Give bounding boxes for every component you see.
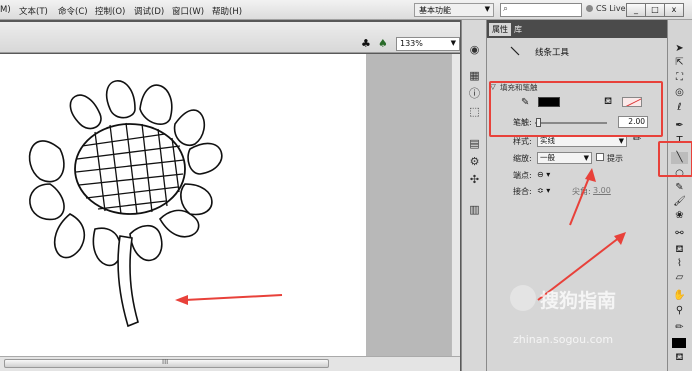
help-search-input[interactable]: ⌕: [500, 3, 582, 17]
pen-tool-icon[interactable]: ✒: [671, 120, 688, 132]
workspace-switcher[interactable]: 基本功能 ▼: [414, 3, 494, 17]
cs-live-button[interactable]: CS Live: [586, 4, 626, 13]
menu-item-help[interactable]: 帮助(H): [212, 5, 242, 17]
pencil-tool-icon[interactable]: ✎: [671, 182, 688, 194]
minimize-button[interactable]: _: [626, 3, 646, 17]
menu-item-modify[interactable]: M): [0, 5, 11, 15]
stroke-color-chip[interactable]: [672, 338, 686, 348]
eyedropper-tool-icon[interactable]: ⌇: [671, 258, 688, 270]
swatches-panel-icon[interactable]: ▦: [466, 68, 483, 83]
library-panel-icon[interactable]: ▤: [466, 136, 483, 151]
zoom-value: 133%: [400, 39, 423, 48]
vertical-scrollbar[interactable]: [451, 54, 460, 356]
selection-tool-icon[interactable]: ➤: [671, 43, 688, 55]
line-tool-icon: [510, 46, 520, 56]
chevron-down-icon: ▼: [484, 5, 490, 13]
free-transform-tool-icon[interactable]: ⛶: [671, 72, 688, 84]
lasso-tool-icon[interactable]: ℓ: [671, 102, 688, 114]
paint-bucket-tool-icon[interactable]: ⛾: [671, 244, 688, 256]
sogou-logo: [510, 285, 536, 311]
menu-item-control[interactable]: 控制(O): [95, 5, 125, 17]
close-button[interactable]: x: [664, 3, 684, 17]
workspace-label: 基本功能: [419, 6, 451, 15]
stroke-style-value: 实线: [540, 136, 555, 145]
eraser-tool-icon[interactable]: ▱: [671, 272, 688, 284]
menu-item-debug[interactable]: 调试(D): [134, 5, 164, 17]
edit-bar: [0, 22, 460, 53]
sunflower-drawing: [28, 80, 283, 328]
style-label: 样式:: [513, 137, 532, 146]
hand-tool-icon[interactable]: ✋: [671, 290, 688, 302]
transform-panel-icon[interactable]: ⬚: [466, 104, 483, 119]
chevron-down-icon: ▼: [450, 39, 456, 47]
stroke-color-tool-icon[interactable]: ✏: [671, 322, 688, 334]
menu-item-text[interactable]: 文本(T): [19, 5, 48, 17]
zoom-select[interactable]: 133% ▼: [396, 37, 460, 51]
tool-name: 线条工具: [535, 48, 570, 58]
info-panel-icon[interactable]: ⓘ: [466, 86, 483, 101]
scroll-grip: III: [162, 358, 169, 366]
cs-live-label: CS Live: [596, 4, 626, 13]
tab-library[interactable]: 库: [511, 23, 525, 36]
edit-symbol-icon[interactable]: ♣: [361, 37, 374, 50]
cs-live-icon: [586, 5, 593, 12]
restore-button[interactable]: □: [645, 3, 665, 17]
history-panel-icon[interactable]: ▥: [466, 202, 483, 217]
search-icon: ⌕: [503, 4, 509, 14]
bone-tool-icon[interactable]: ⚯: [671, 228, 688, 240]
deco-tool-icon[interactable]: ❀: [671, 210, 688, 222]
menu-item-window[interactable]: 窗口(W): [172, 5, 204, 17]
annotation-arrow-stage: [175, 294, 283, 305]
annotation-box-line-tool: [658, 141, 692, 177]
watermark-text: 搜狗指南: [540, 290, 617, 312]
menu-item-commands[interactable]: 命令(C): [58, 5, 88, 17]
color-panel-icon[interactable]: ◉: [466, 42, 483, 57]
components-panel-icon[interactable]: ⚙: [466, 154, 483, 169]
stage-canvas[interactable]: [0, 54, 366, 356]
sunflower-center: [74, 123, 186, 215]
motion-presets-icon[interactable]: ✣: [466, 172, 483, 187]
zoom-tool-icon[interactable]: ⚲: [671, 305, 688, 317]
subselection-tool-icon[interactable]: ⇱: [671, 57, 688, 69]
3d-rotation-tool-icon[interactable]: ◎: [671, 87, 688, 99]
annotation-box-fill-stroke: [489, 81, 663, 137]
fill-color-tool-icon[interactable]: ⛾: [671, 352, 688, 364]
collapsed-panel-strip: ◉ ▦ ⓘ ⬚ ▤ ⚙ ✣ ▥: [461, 20, 487, 371]
brush-tool-icon[interactable]: 🖌: [671, 196, 688, 208]
edit-scene-icon[interactable]: ♠: [378, 37, 391, 50]
tab-properties[interactable]: 属性: [489, 23, 511, 36]
chevron-down-icon: ▼: [618, 137, 624, 145]
watermark-url: zhinan.sogou.com: [513, 333, 614, 346]
